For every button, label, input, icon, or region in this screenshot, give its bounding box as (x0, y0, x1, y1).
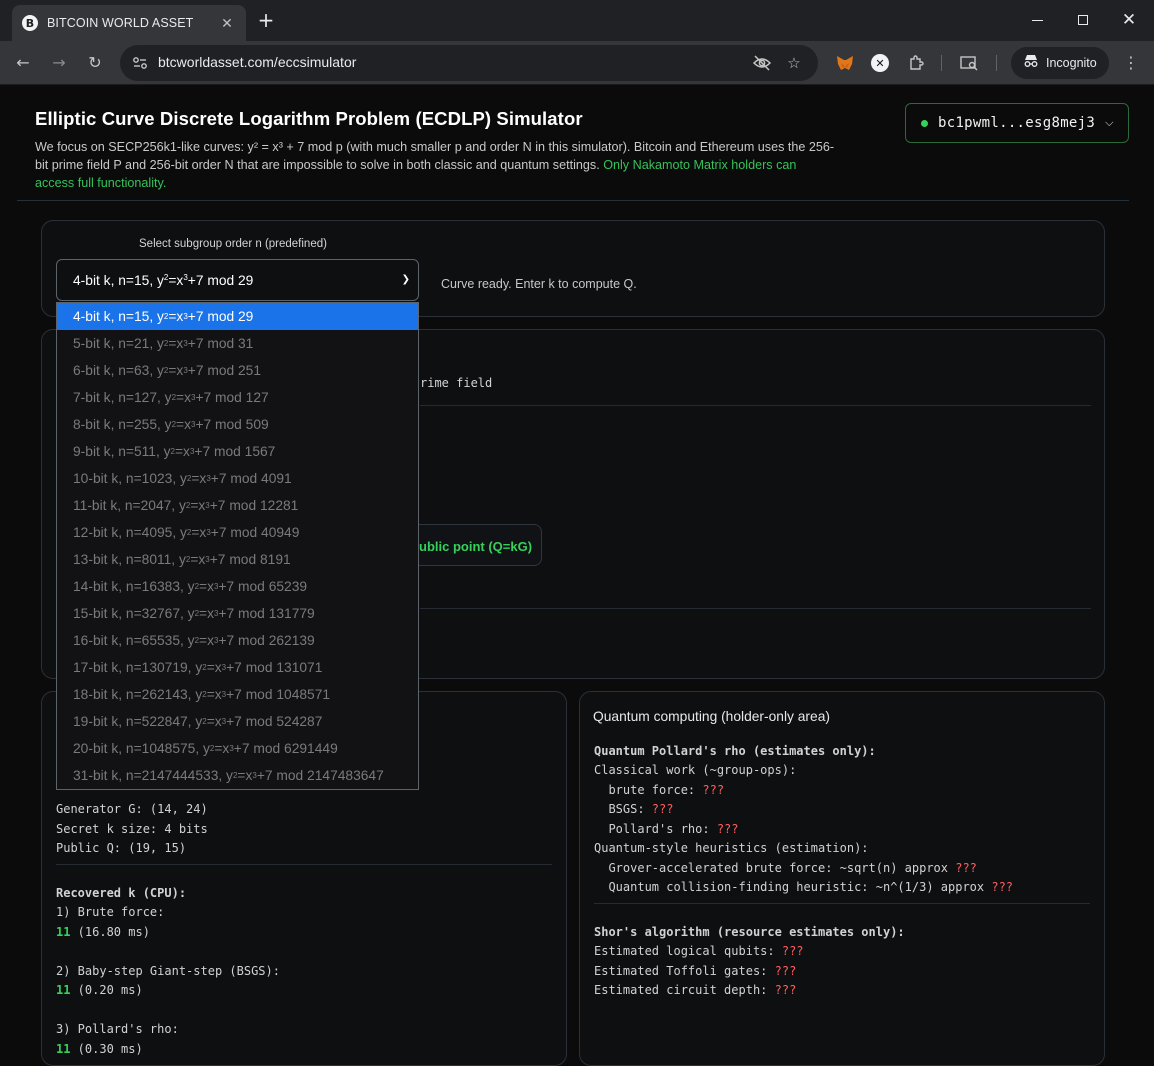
incognito-label: Incognito (1046, 56, 1097, 70)
subgroup-option[interactable]: 16-bit k, n=65535, y 2 =x 3 +7 mod 262139 (57, 627, 418, 654)
prime-field-label: rime field (420, 376, 493, 390)
subgroup-option[interactable]: 4-bit k, n=15, y 2 =x 3 +7 mod 29 (57, 303, 418, 330)
heuristics-label: Quantum-style heuristics (estimation): (594, 841, 869, 855)
subgroup-option[interactable]: 5-bit k, n=21, y 2 =x 3 +7 mod 31 (57, 330, 418, 357)
subgroup-order-select[interactable]: 4-bit k, n=15, y2=x3+7 mod 29 ❯ (56, 259, 419, 301)
reload-button[interactable]: ↻ (80, 47, 110, 77)
tab-title: BITCOIN WORLD ASSET (47, 16, 194, 30)
bookmark-star-icon[interactable]: ☆ (782, 51, 806, 75)
wallet-button[interactable]: bc1pwml...esg8mej3 ⌵ (905, 103, 1129, 143)
bsgs-result: 11 (0.20 ms) (56, 983, 143, 997)
subgroup-option[interactable]: 17-bit k, n=130719, y 2 =x 3 +7 mod 131071 (57, 654, 418, 681)
quantum-title: Quantum computing (holder-only area) (593, 709, 830, 724)
subgroup-option[interactable]: 13-bit k, n=8011, y 2 =x 3 +7 mod 8191 (57, 546, 418, 573)
compute-button-label: ublic point (Q=kG) (419, 539, 533, 554)
section-divider (420, 405, 1091, 406)
curve-status: Curve ready. Enter k to compute Q. (441, 277, 637, 291)
incognito-badge[interactable]: Incognito (1011, 47, 1109, 79)
quantum-rho-heading: Quantum Pollard's rho (estimates only): (594, 744, 876, 758)
subgroup-option[interactable]: 9-bit k, n=511, y 2 =x 3 +7 mod 1567 (57, 438, 418, 465)
depth-estimate: Estimated circuit depth: ??? (594, 983, 797, 997)
secret-size-line: Secret k size: 4 bits (56, 822, 208, 836)
brute-force-estimate: brute force: ??? (594, 783, 725, 797)
browser-toolbar: ← → ↻ btcworldasset.com/eccsimulator ☆ ✕… (0, 41, 1154, 85)
toolbar-separator (941, 55, 942, 71)
toffoli-estimate: Estimated Toffoli gates: ??? (594, 964, 797, 978)
eye-off-icon[interactable] (750, 51, 774, 75)
generator-line: Generator G: (14, 24) (56, 802, 208, 816)
subgroup-option[interactable]: 10-bit k, n=1023, y 2 =x 3 +7 mod 4091 (57, 465, 418, 492)
header-divider (17, 200, 1129, 201)
public-q-line: Public Q: (19, 15) (56, 841, 187, 855)
address-bar[interactable]: btcworldasset.com/eccsimulator ☆ (120, 45, 818, 81)
brute-force-result: 11 (16.80 ms) (56, 925, 150, 939)
page-title: Elliptic Curve Discrete Logarithm Proble… (35, 108, 583, 129)
forward-button[interactable]: → (44, 47, 74, 77)
subgroup-option[interactable]: 15-bit k, n=32767, y 2 =x 3 +7 mod 131779 (57, 600, 418, 627)
back-button[interactable]: ← (8, 47, 38, 77)
extensions-puzzle-icon[interactable] (903, 50, 929, 76)
bsgs-estimate: BSGS: ??? (594, 802, 674, 816)
maximize-icon (1078, 15, 1088, 25)
new-tab-button[interactable]: + (256, 8, 276, 32)
subgroup-option[interactable]: 14-bit k, n=16383, y 2 =x 3 +7 mod 65239 (57, 573, 418, 600)
section-divider (56, 864, 552, 865)
classical-work-label: Classical work (~group-ops): (594, 763, 797, 777)
subgroup-option[interactable]: 6-bit k, n=63, y 2 =x 3 +7 mod 251 (57, 357, 418, 384)
subgroup-option[interactable]: 19-bit k, n=522847, y 2 =x 3 +7 mod 524287 (57, 708, 418, 735)
recovered-heading: Recovered k (CPU): (56, 886, 187, 900)
brute-force-label: 1) Brute force: (56, 905, 165, 919)
subgroup-select-label: Select subgroup order n (predefined) (139, 238, 327, 250)
subgroup-options-list[interactable]: 4-bit k, n=15, y 2 =x 3 +7 mod 29 5-bit k, n=… (56, 302, 419, 790)
minimize-icon (1031, 19, 1043, 21)
subgroup-option[interactable]: 31-bit k, n=2147444533, y 2 =x 3 +7 mod 2147… (57, 762, 418, 789)
maximize-button[interactable] (1060, 0, 1106, 40)
incognito-icon (1023, 54, 1041, 72)
section-divider (420, 608, 1091, 609)
subgroup-option[interactable]: 20-bit k, n=1048575, y 2 =x 3 +7 mod 6291449 (57, 735, 418, 762)
site-info-icon[interactable] (128, 51, 152, 75)
cast-search-icon[interactable] (956, 50, 982, 76)
subgroup-option[interactable]: 18-bit k, n=262143, y 2 =x 3 +7 mod 1048571 (57, 681, 418, 708)
bsgs-label: 2) Baby-step Giant-step (BSGS): (56, 964, 280, 978)
page-description: We focus on SECP256k1-like curves: y² = … (35, 138, 835, 192)
connected-status-dot (921, 119, 928, 127)
minimize-button[interactable] (1014, 0, 1060, 40)
pollard-rho-label: 3) Pollard's rho: (56, 1022, 179, 1036)
wallet-address: bc1pwml...esg8mej3 (938, 115, 1096, 131)
pollard-rho-result: 11 (0.30 ms) (56, 1042, 143, 1056)
close-icon: ✕ (1121, 10, 1137, 30)
metamask-extension-icon[interactable] (832, 50, 858, 76)
shor-heading: Shor's algorithm (resource estimates onl… (594, 925, 905, 939)
grover-estimate: Grover-accelerated brute force: ~sqrt(n)… (594, 861, 977, 875)
toolbar-separator (996, 55, 997, 71)
section-divider (594, 903, 1090, 904)
bitcoin-favicon-icon: B (22, 15, 38, 31)
close-tab-icon[interactable]: ✕ (218, 15, 236, 32)
quantum-card: Quantum computing (holder-only area) Qua… (579, 691, 1105, 1066)
x-extension-icon[interactable]: ✕ (867, 50, 893, 76)
browser-tab[interactable]: B BITCOIN WORLD ASSET ✕ (12, 5, 246, 41)
qubits-estimate: Estimated logical qubits: ??? (594, 944, 804, 958)
subgroup-option[interactable]: 12-bit k, n=4095, y 2 =x 3 +7 mod 40949 (57, 519, 418, 546)
chevron-down-icon: ⌵ (1105, 116, 1114, 129)
collision-estimate: Quantum collision-finding heuristic: ~n^… (594, 880, 1014, 894)
chevron-down-icon: ❯ (401, 274, 410, 285)
browser-menu-button[interactable]: ⋮ (1116, 47, 1146, 77)
close-window-button[interactable]: ✕ (1106, 0, 1152, 40)
tab-strip: B BITCOIN WORLD ASSET ✕ + ✕ (0, 0, 1154, 41)
url-text: btcworldasset.com/eccsimulator (158, 54, 357, 70)
subgroup-option[interactable]: 8-bit k, n=255, y 2 =x 3 +7 mod 509 (57, 411, 418, 438)
subgroup-option[interactable]: 7-bit k, n=127, y 2 =x 3 +7 mod 127 (57, 384, 418, 411)
pollard-estimate: Pollard's rho: ??? (594, 822, 739, 836)
selected-curve-value: 4-bit k, n=15, y2=x3+7 mod 29 (73, 272, 254, 288)
subgroup-option[interactable]: 11-bit k, n=2047, y 2 =x 3 +7 mod 12281 (57, 492, 418, 519)
